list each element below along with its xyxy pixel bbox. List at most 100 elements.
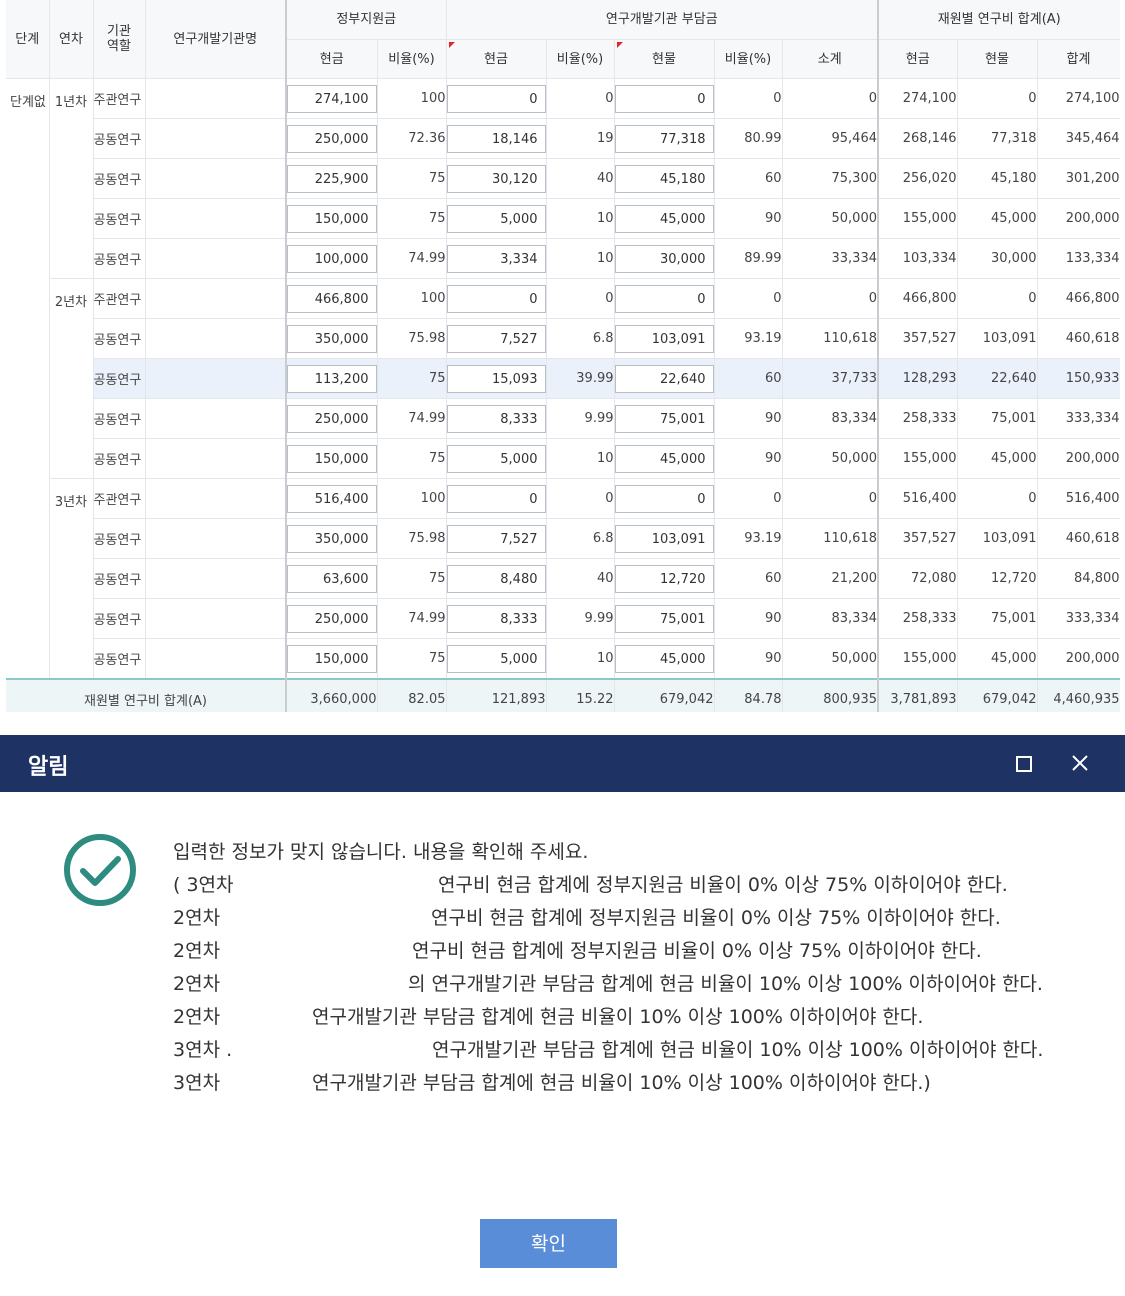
gov-cash-input[interactable]: 225,900 [288,164,376,193]
message-line: 3연차 . 연구개발기관 부담금 합계에 현금 비율이 10% 이상 100% 이… [173,1036,1093,1069]
gov-cash-input[interactable]: 113,200 [288,364,376,393]
org-cell[interactable] [145,78,287,119]
inst-cash-input[interactable]: 3,334 [446,244,545,273]
inst-inkind-input[interactable]: 77,318 [614,124,713,153]
tot-inkind-cell: 45,180 [957,158,1038,199]
org-cell[interactable] [145,238,287,279]
inst-inkind-input[interactable]: 45,000 [614,644,713,673]
gov-cash-input[interactable]: 100,000 [288,244,376,273]
inst-inkind-input[interactable]: 45,000 [614,204,713,233]
gov-cash-input[interactable]: 150,000 [288,204,376,233]
inst-inkind-input[interactable]: 0 [614,484,713,513]
table-row[interactable]: 공동연구 150,000 75 5,000 10 45,000 90 50,000 155,00… [6,638,1120,680]
inst-cash-input[interactable]: 7,527 [446,324,545,353]
org-cell[interactable] [145,158,287,199]
inst-inkind-input[interactable]: 22,640 [614,364,713,393]
tot-sum-cell: 345,464 [1037,118,1120,159]
gov-cash-input[interactable]: 150,000 [288,444,376,473]
org-cell[interactable] [145,558,287,599]
org-cell[interactable] [145,598,287,639]
org-cell[interactable] [145,518,287,559]
inst-inkind-input[interactable]: 103,091 [614,524,713,553]
gov-cash-input[interactable]: 250,000 [288,604,376,633]
inst-inkind-ratio-cell: 90 [714,598,783,639]
inst-inkind-input[interactable]: 0 [614,84,713,113]
inst-cash-input[interactable]: 8,333 [446,604,545,633]
table-row[interactable]: 공동연구 250,000 72.36 18,146 19 77,318 80.99 95,46… [6,118,1120,159]
inst-cash-input[interactable]: 0 [446,484,545,513]
maximize-button[interactable] [1013,753,1035,775]
inst-cash-ratio-cell: 40 [546,158,615,199]
table-row[interactable]: 공동연구 150,000 75 5,000 10 45,000 90 50,000 155,00… [6,438,1120,479]
org-cell[interactable] [145,478,287,519]
table-row[interactable]: 공동연구 63,600 75 8,480 40 12,720 60 21,200 72,080 1… [6,558,1120,599]
inst-cash-input[interactable]: 30,120 [446,164,545,193]
total-value-cell: 82.05 [377,678,447,712]
inst-inkind-input[interactable]: 0 [614,284,713,313]
inst-inkind-input[interactable]: 45,000 [614,444,713,473]
inst-cash-input[interactable]: 0 [446,84,545,113]
inst-inkind-input[interactable]: 12,720 [614,564,713,593]
ok-button[interactable]: 확인 [480,1219,617,1268]
inst-cash-input[interactable]: 5,000 [446,644,545,673]
gov-cash-input[interactable]: 63,600 [288,564,376,593]
table-row[interactable]: 공동연구 250,000 74.99 8,333 9.99 75,001 90 83,334 2… [6,598,1120,639]
org-cell[interactable] [145,358,287,399]
stage-cell: 단계없 [6,78,50,680]
tot-inkind-cell: 0 [957,478,1038,519]
tot-sum-cell: 200,000 [1037,198,1120,239]
table-row[interactable]: 공동연구 350,000 75.98 7,527 6.8 103,091 93.19 110,… [6,518,1120,559]
inst-inkind-input[interactable]: 75,001 [614,404,713,433]
org-cell[interactable] [145,438,287,479]
close-button[interactable] [1067,750,1093,776]
tot-sum-cell: 133,334 [1037,238,1120,279]
org-cell[interactable] [145,638,287,680]
modal-message: 입력한 정보가 맞지 않습니다. 내용을 확인해 주세요.( 3연차 연구비 현금… [173,838,1093,1102]
inst-cash-input[interactable]: 7,527 [446,524,545,553]
inst-inkind-input[interactable]: 45,180 [614,164,713,193]
inst-cash-input[interactable]: 5,000 [446,444,545,473]
org-cell[interactable] [145,398,287,439]
table-row[interactable]: 공동연구 113,200 75 15,093 39.99 22,640 60 37,733 12… [6,358,1120,399]
total-value-cell: 679,042 [614,678,715,712]
inst-inkind-input[interactable]: 30,000 [614,244,713,273]
table-row[interactable]: 공동연구 150,000 75 5,000 10 45,000 90 50,000 155,00… [6,198,1120,239]
gov-cash-input[interactable]: 466,800 [288,284,376,313]
role-cell: 공동연구 [93,558,146,599]
table-row[interactable]: 공동연구 100,000 74.99 3,334 10 30,000 89.99 33,334… [6,238,1120,279]
gov-cash-input[interactable]: 350,000 [288,324,376,353]
inst-cash-ratio-cell: 10 [546,638,615,680]
inst-cash-input[interactable]: 15,093 [446,364,545,393]
org-cell[interactable] [145,278,287,319]
table-row[interactable]: 공동연구 250,000 74.99 8,333 9.99 75,001 90 83,334 2… [6,398,1120,439]
gov-cash-input[interactable]: 250,000 [288,124,376,153]
message-line: 2연차 연구비 현금 합계에 정부지원금 비율이 0% 이상 75% 이하이어야 … [173,904,1093,937]
inst-cash-input[interactable]: 0 [446,284,545,313]
inst-cash-input[interactable]: 8,480 [446,564,545,593]
table-row[interactable]: 3년차 주관연구 516,400 100 0 0 0 0 0 516,400 0 516,400 [6,478,1120,680]
inst-inkind-ratio-cell: 60 [714,358,783,399]
org-cell[interactable] [145,198,287,239]
inst-inkind-input[interactable]: 75,001 [614,604,713,633]
tot-sum-cell: 333,334 [1037,398,1120,439]
gov-cash-input[interactable]: 150,000 [288,644,376,673]
gov-cash-input[interactable]: 350,000 [288,524,376,553]
inst-inkind-input[interactable]: 103,091 [614,324,713,353]
gov-cash-input[interactable]: 250,000 [288,404,376,433]
table-row[interactable]: 단계없 1년차 주관연구 274,100 100 0 0 0 0 0 274,100 0 274,100 [6,78,1120,680]
total-value-cell: 15.22 [546,678,615,712]
org-cell[interactable] [145,118,287,159]
inst-cash-input[interactable]: 18,146 [446,124,545,153]
gov-cash-input[interactable]: 516,400 [288,484,376,513]
inst-cash-ratio-cell: 19 [546,118,615,159]
inst-cash-input[interactable]: 8,333 [446,404,545,433]
inst-cash-input[interactable]: 5,000 [446,204,545,233]
inst-subtotal-cell: 110,618 [782,518,879,559]
tot-inkind-cell: 45,000 [957,198,1038,239]
gov-cash-input[interactable]: 274,100 [288,84,376,113]
table-row[interactable]: 공동연구 350,000 75.98 7,527 6.8 103,091 93.19 110,… [6,318,1120,359]
org-cell[interactable] [145,318,287,359]
table-row[interactable]: 2년차 주관연구 466,800 100 0 0 0 0 0 466,800 0 466,800 [6,278,1120,479]
table-row[interactable]: 공동연구 225,900 75 30,120 40 45,180 60 75,300 256,0… [6,158,1120,199]
message-text: 연구비 현금 합계에 정부지원금 비율이 0% 이상 75% 이하이어야 한다. [431,907,1001,929]
